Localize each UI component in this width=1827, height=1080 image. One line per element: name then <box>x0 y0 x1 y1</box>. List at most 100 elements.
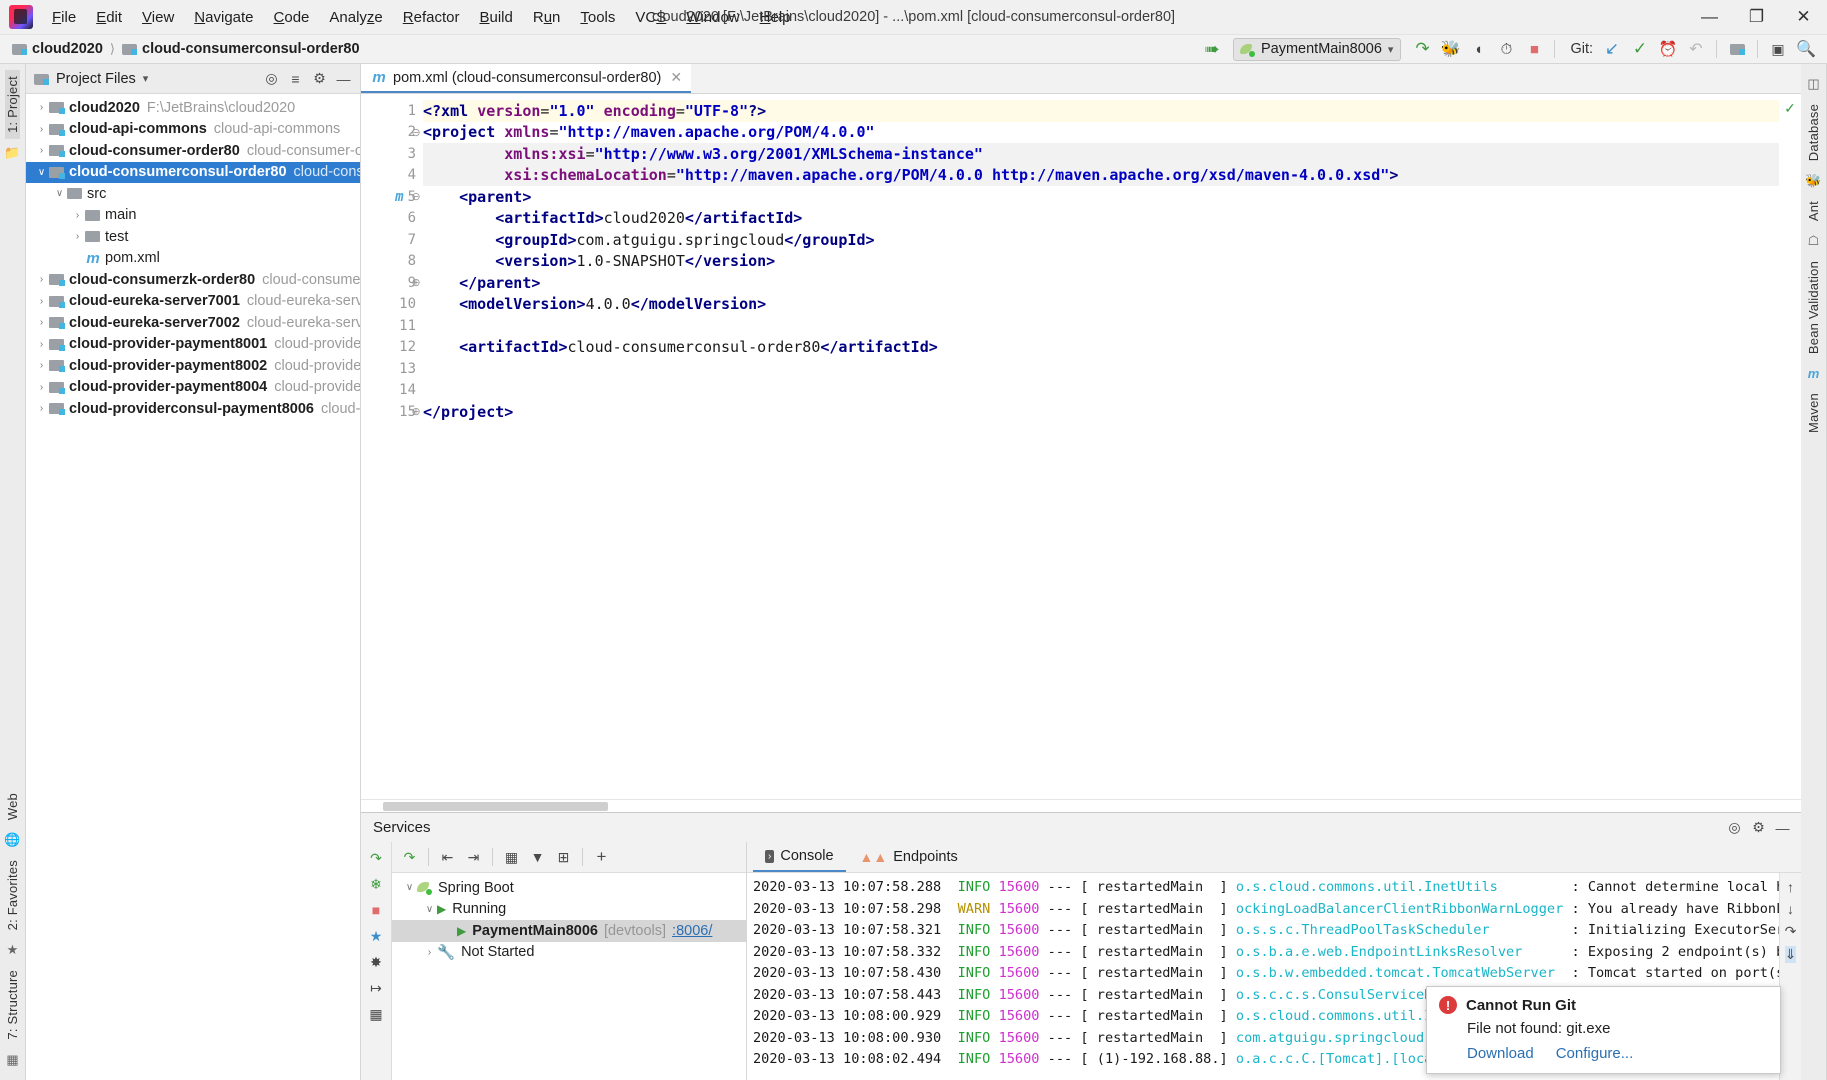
stop-icon[interactable]: ■ <box>1521 37 1547 61</box>
tree-node-cloud-consumerzk-order80[interactable]: › cloud-consumerzk-order80 cloud-consumerz <box>26 269 360 291</box>
expand-arrow-icon[interactable]: › <box>34 403 49 414</box>
git-update-icon[interactable]: ↙ <box>1599 37 1625 61</box>
group-icon[interactable]: ▦ <box>499 845 524 869</box>
rail-maven-button[interactable]: Maven <box>1806 387 1821 439</box>
tab-console[interactable]: › Console <box>753 842 846 872</box>
fold-marker-icon[interactable] <box>410 208 422 230</box>
rerun-icon[interactable]: ↷ <box>397 845 422 869</box>
code-line[interactable]: <groupId> com.atguigu.springcloud </groupI… <box>423 229 1779 251</box>
fold-marker-icon[interactable] <box>410 380 422 402</box>
menu-view[interactable]: View <box>133 5 183 30</box>
tree-node-cloud-provider-payment8001[interactable]: › cloud-provider-payment8001 cloud-provide… <box>26 334 360 356</box>
expand-arrow-icon[interactable]: ∨ <box>52 188 67 199</box>
tab-endpoints[interactable]: ▲▲ Endpoints <box>848 842 970 872</box>
run-anything-icon[interactable]: ▣ <box>1765 37 1791 61</box>
rail-database-button[interactable]: Database <box>1806 98 1821 167</box>
hide-icon[interactable]: — <box>333 68 354 89</box>
menu-run[interactable]: Run <box>524 5 570 30</box>
minimize-button[interactable]: — <box>1686 0 1733 34</box>
rerun-icon[interactable]: ↷ <box>364 846 389 870</box>
balloon-download-link[interactable]: Download <box>1467 1045 1534 1062</box>
favorites-star-icon[interactable]: ★ <box>364 924 389 948</box>
services-tree[interactable]: ∨ Spring Boot ∨ ▶ Running ▶ PaymentMain8006 [de… <box>392 873 746 1080</box>
expand-arrow-icon[interactable]: › <box>34 124 49 135</box>
menu-build[interactable]: Build <box>470 5 521 30</box>
service-node-paymentmain8006[interactable]: ▶ PaymentMain8006 [devtools]:8006/ <box>392 920 746 942</box>
tree-node-pom-xml[interactable]: m pom.xml <box>26 248 360 270</box>
fold-marker-icon[interactable] <box>410 251 422 273</box>
fold-marker-icon[interactable]: ⊖ <box>410 122 422 144</box>
expand-arrow-icon[interactable]: › <box>34 296 49 307</box>
fold-marker-icon[interactable] <box>410 100 422 122</box>
project-file-tree[interactable]: › cloud2020 F:\JetBrains\cloud2020 › cloud-a… <box>26 94 360 1080</box>
spring-icon[interactable]: ❄ <box>364 872 389 896</box>
scroll-up-icon[interactable]: ↑ <box>1787 879 1794 895</box>
menu-help[interactable]: Help <box>751 5 800 30</box>
code-line[interactable]: </project> <box>423 401 1779 423</box>
code-line[interactable]: <?xml version = "1.0" encoding = "UTF-8" ?> <box>423 100 1779 122</box>
fold-marker-icon[interactable] <box>410 358 422 380</box>
menu-analyze[interactable]: Analyze <box>320 5 391 30</box>
maximize-button[interactable]: ❐ <box>1733 0 1780 34</box>
tree-node-src[interactable]: ∨ src <box>26 183 360 205</box>
expand-arrow-icon[interactable]: › <box>70 210 85 221</box>
soft-wrap-icon[interactable]: ↷ <box>1785 923 1797 940</box>
project-structure-icon[interactable] <box>1724 37 1750 61</box>
code-line[interactable]: <artifactId> cloud2020 </artifactId> <box>423 208 1779 230</box>
code-line[interactable] <box>423 380 1779 402</box>
expand-arrow-icon[interactable]: ∨ <box>402 882 417 893</box>
scroll-down-icon[interactable]: ↓ <box>1787 901 1794 917</box>
rerun-icon[interactable]: ↷ <box>1409 37 1435 61</box>
add-tab-icon[interactable]: ⊞ <box>551 845 576 869</box>
layout-icon[interactable]: ▦ <box>364 1002 389 1026</box>
expand-all-icon[interactable]: ⇤ <box>435 845 460 869</box>
code-line[interactable]: <project xmlns = "http://maven.apache.org/… <box>423 122 1779 144</box>
menu-window[interactable]: Window <box>677 5 748 30</box>
git-history-icon[interactable]: ⏰ <box>1655 37 1681 61</box>
menu-navigate[interactable]: Navigate <box>185 5 262 30</box>
settings-icon[interactable]: ⚙ <box>1748 817 1769 838</box>
fold-marker-icon[interactable] <box>410 165 422 187</box>
menu-refactor[interactable]: Refactor <box>394 5 469 30</box>
expand-arrow-icon[interactable]: › <box>34 317 49 328</box>
settings-gear-icon[interactable]: ✸ <box>364 950 389 974</box>
scrollbar-thumb[interactable] <box>383 802 608 811</box>
breadcrumb-module[interactable]: cloud-consumerconsul-order80 <box>118 40 364 58</box>
fold-marker-icon[interactable] <box>410 294 422 316</box>
add-icon[interactable]: + <box>589 845 614 869</box>
code-line[interactable]: xmlns:xsi = "http://www.w3.org/2001/XMLSch… <box>423 143 1779 165</box>
menu-tools[interactable]: Tools <box>571 5 624 30</box>
expand-arrow-icon[interactable]: › <box>422 947 437 958</box>
close-icon[interactable]: ✕ <box>670 69 682 86</box>
code-fold-column[interactable]: ⊖ ⊖ ⊕ ⊕ <box>410 100 422 423</box>
service-port-link[interactable]: :8006/ <box>672 923 712 939</box>
close-button[interactable]: ✕ <box>1780 0 1827 34</box>
expand-arrow-icon[interactable]: ∨ <box>422 904 437 915</box>
expand-arrow-icon[interactable]: › <box>34 360 49 371</box>
fold-marker-icon[interactable] <box>410 143 422 165</box>
code-content[interactable]: <?xml version = "1.0" encoding = "UTF-8" ?> <p… <box>423 94 1779 799</box>
rail-web-button[interactable]: Web <box>5 787 20 826</box>
hide-icon[interactable]: — <box>1772 817 1793 838</box>
run-with-coverage-icon[interactable]: ◖ <box>1465 37 1491 61</box>
rail-project-button[interactable]: 1: Project <box>5 70 20 139</box>
fold-marker-icon[interactable]: ⊖ <box>410 186 422 208</box>
rail-ant-button[interactable]: Ant <box>1806 195 1821 227</box>
run-configuration-selector[interactable]: PaymentMain8006 ▾ <box>1232 37 1402 61</box>
code-line[interactable] <box>423 315 1779 337</box>
export-icon[interactable]: ↦ <box>364 976 389 1000</box>
service-node-running[interactable]: ∨ ▶ Running <box>392 899 746 921</box>
tree-node-cloud-consumerconsul-order80[interactable]: ∨ cloud-consumerconsul-order80 cloud-consu <box>26 161 360 183</box>
menu-code[interactable]: Code <box>265 5 319 30</box>
profile-icon[interactable]: ⏱ <box>1493 37 1519 61</box>
tree-node-cloud-eureka-server7002[interactable]: › cloud-eureka-server7002 cloud-eureka-ser… <box>26 312 360 334</box>
scroll-end-icon[interactable]: ⇓ <box>1784 946 1797 963</box>
expand-arrow-icon[interactable]: › <box>34 382 49 393</box>
tree-node-test[interactable]: › test <box>26 226 360 248</box>
rail-structure-button[interactable]: 7: Structure <box>5 964 20 1046</box>
menu-file[interactable]: File <box>43 5 85 30</box>
editor-tab-pom-xml[interactable]: m pom.xml (cloud-consumerconsul-order80)… <box>361 64 692 93</box>
locate-icon[interactable]: ◎ <box>261 68 282 89</box>
tree-node-cloud-provider-payment8004[interactable]: › cloud-provider-payment8004 cloud-provide… <box>26 377 360 399</box>
code-line[interactable]: <modelVersion> 4.0.0 </modelVersion> <box>423 294 1779 316</box>
